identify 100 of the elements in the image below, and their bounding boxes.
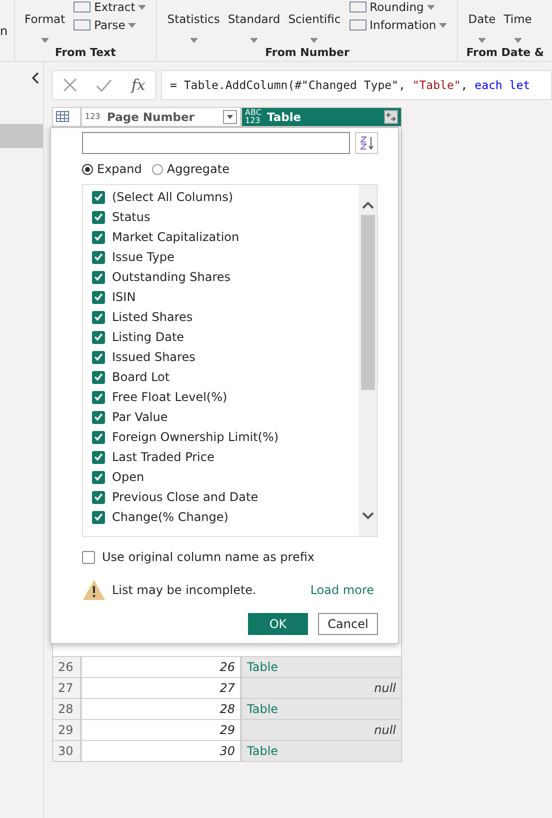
- checkbox[interactable]: [92, 390, 105, 404]
- column-option[interactable]: Free Float Level(%): [92, 387, 359, 407]
- table-menu[interactable]: [52, 107, 81, 127]
- ribbon-button[interactable]: Standard: [226, 0, 282, 46]
- scrollbar[interactable]: [359, 185, 377, 536]
- column-option[interactable]: Change(% Change): [92, 507, 359, 527]
- mode-radio[interactable]: Aggregate: [152, 162, 230, 176]
- fx-label[interactable]: fx: [131, 76, 146, 94]
- checkbox[interactable]: [92, 450, 105, 464]
- caret-icon: [439, 22, 448, 28]
- column-option[interactable]: Listed Shares: [92, 307, 359, 327]
- column-option[interactable]: Listing Date: [92, 327, 359, 347]
- ribbon-icon: [73, 0, 92, 14]
- checkbox[interactable]: [92, 410, 105, 424]
- checkbox[interactable]: [92, 190, 105, 204]
- column-option[interactable]: Previous Close and Date: [92, 487, 359, 507]
- mode-radio[interactable]: Expand: [82, 162, 142, 176]
- table-link[interactable]: Table: [241, 699, 402, 720]
- ribbon-button[interactable]: Format: [22, 0, 68, 46]
- ribbon-label: n: [0, 23, 9, 40]
- row-number: 26: [52, 657, 81, 678]
- table-cell: 26: [81, 657, 241, 678]
- column-option[interactable]: Status: [92, 207, 359, 227]
- checkbox[interactable]: [92, 310, 105, 324]
- checkbox[interactable]: [92, 210, 105, 224]
- close-icon[interactable]: [62, 78, 77, 92]
- table-icon: [56, 111, 72, 123]
- ribbon-button[interactable]: Statistics: [165, 0, 222, 46]
- group-label: From Number: [264, 46, 350, 61]
- column-option[interactable]: Par Value: [92, 407, 359, 427]
- warning-text: List may be incomplete.: [112, 583, 258, 597]
- checkbox[interactable]: [82, 550, 95, 564]
- table-cell: 27: [81, 678, 241, 699]
- ribbon-icon: [348, 0, 367, 14]
- table-link[interactable]: Table: [241, 657, 402, 678]
- table-link[interactable]: Table: [241, 741, 402, 762]
- table-cell: 30: [81, 741, 241, 762]
- ribbon-icon: [348, 18, 367, 32]
- caret-icon: [138, 4, 146, 10]
- ribbon-button[interactable]: Time: [502, 0, 534, 46]
- ribbon-button[interactable]: Date: [466, 0, 498, 46]
- column-option[interactable]: Last Traded Price: [92, 447, 359, 467]
- checkbox[interactable]: [92, 350, 105, 364]
- column-option[interactable]: Board Lot: [92, 367, 359, 387]
- ribbon-button[interactable]: Parse: [71, 18, 148, 32]
- ribbon-button[interactable]: Rounding: [346, 0, 450, 14]
- caret-icon: [478, 38, 486, 43]
- caret-icon: [128, 22, 136, 28]
- column-option[interactable]: ISIN: [92, 287, 359, 307]
- checkbox[interactable]: [92, 470, 105, 484]
- cancel-button[interactable]: Cancel: [318, 613, 378, 635]
- checkbox[interactable]: [92, 430, 105, 444]
- row-number: 28: [52, 699, 81, 720]
- checkbox[interactable]: [92, 510, 105, 524]
- caret-icon: [426, 4, 435, 10]
- column-option[interactable]: Outstanding Shares: [92, 267, 359, 287]
- column-option[interactable]: Open: [92, 467, 359, 487]
- table-cell: null: [241, 678, 402, 699]
- row-number: 27: [52, 678, 81, 699]
- warning-icon: [82, 579, 106, 601]
- column-option[interactable]: Foreign Ownership Limit(%): [92, 427, 359, 447]
- checkbox[interactable]: [92, 370, 105, 384]
- column-header[interactable]: 123 Page Number: [81, 107, 241, 127]
- ok-button[interactable]: OK: [248, 613, 308, 635]
- column-option[interactable]: Market Capitalization: [92, 227, 359, 247]
- ribbon-button[interactable]: Scientific: [286, 0, 343, 46]
- checkbox[interactable]: [92, 230, 105, 244]
- column-option[interactable]: Issued Shares: [92, 347, 359, 367]
- load-more-link[interactable]: Load more: [310, 583, 374, 597]
- group-label: From Text: [54, 46, 117, 61]
- row-number: 30: [52, 741, 81, 762]
- checkbox[interactable]: [92, 290, 105, 304]
- table-cell: null: [241, 720, 402, 741]
- scroll-up-icon[interactable]: [362, 201, 374, 209]
- ribbon-button[interactable]: Information: [346, 18, 450, 32]
- table-cell: 29: [81, 720, 241, 741]
- group-label: From Date &: [466, 46, 544, 61]
- filter-caret-icon[interactable]: [223, 110, 237, 124]
- row-number: 29: [52, 720, 81, 741]
- table-cell: 28: [81, 699, 241, 720]
- caret-icon: [190, 38, 198, 43]
- column-option[interactable]: (Select All Columns): [92, 187, 359, 207]
- scroll-down-icon[interactable]: [362, 512, 374, 520]
- formula-field[interactable]: = Table.AddColumn(#"Changed Type", "Table", each let: [161, 70, 552, 100]
- prefix-option[interactable]: Use original column name as prefix: [82, 547, 378, 567]
- expand-icon[interactable]: [384, 110, 398, 124]
- ribbon-icon: [73, 18, 92, 32]
- check-icon[interactable]: [96, 78, 112, 92]
- caret-icon: [250, 38, 258, 43]
- checkbox[interactable]: [92, 270, 105, 284]
- checkbox[interactable]: [92, 490, 105, 504]
- column-option[interactable]: Issue Type: [92, 247, 359, 267]
- caret-icon: [310, 38, 318, 43]
- ribbon-button[interactable]: Extract: [71, 0, 148, 14]
- checkbox[interactable]: [92, 250, 105, 264]
- caret-icon: [40, 38, 49, 43]
- search-field[interactable]: [82, 132, 350, 154]
- checkbox[interactable]: [92, 330, 105, 344]
- sort-icon: [358, 135, 374, 151]
- sort-button[interactable]: [355, 132, 378, 154]
